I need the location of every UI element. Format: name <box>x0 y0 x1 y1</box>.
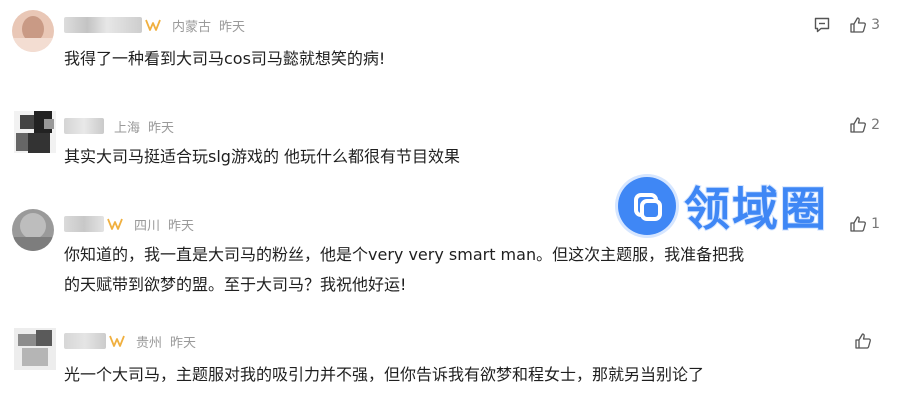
comment-location: 上海 <box>114 120 141 136</box>
comment-item: 四川 昨天 1 你知道的，我一直是大司马的粉丝，他是个very very smar… <box>0 195 898 310</box>
avatar[interactable] <box>14 111 56 153</box>
comment-text: 其实大司马挺适合玩slg游戏的 他玩什么都很有节目效果 <box>64 147 461 166</box>
comment-actions: 3 <box>813 16 880 34</box>
thumbs-up-icon <box>850 216 867 232</box>
user-info: 内蒙古 昨天 <box>64 14 245 36</box>
comment-location: 贵州 <box>136 335 163 351</box>
vip-badge-icon <box>145 19 161 31</box>
thumbs-up-icon <box>855 333 871 349</box>
comment-time: 昨天 <box>219 19 246 35</box>
thumbs-up-icon <box>850 17 867 33</box>
user-info: 贵州 昨天 <box>64 330 196 352</box>
comment-location: 四川 <box>134 218 161 234</box>
comment-actions <box>854 332 884 350</box>
user-info: 上海 昨天 <box>64 115 174 137</box>
comment-item: 上海 昨天 2 其实大司马挺适合玩slg游戏的 他玩什么都很有节目效果 <box>0 95 898 195</box>
like-count: 2 <box>871 117 880 133</box>
thumbs-up-icon <box>850 117 867 133</box>
comment-text-line-2: 的天赋带到欲梦的盟。至于大司马？我祝他好运! <box>64 275 407 294</box>
like-button[interactable]: 2 <box>849 116 880 134</box>
comment-text: 我得了一种看到大司马cos司马懿就想笑的病! <box>64 49 386 68</box>
comment-actions: 2 <box>849 116 880 134</box>
username-blurred[interactable] <box>64 118 104 134</box>
avatar[interactable] <box>14 328 56 370</box>
username-blurred[interactable] <box>64 216 104 232</box>
vip-badge-icon <box>109 335 125 347</box>
comment-text-line-1: 你知道的，我一直是大司马的粉丝，他是个very very smart man。但… <box>64 245 745 264</box>
comment-time: 昨天 <box>168 218 195 234</box>
comment-item: 内蒙古 昨天 3 我得了一种看到大司马cos司马懿就想笑的病! <box>0 0 898 95</box>
comment-location: 内蒙古 <box>172 19 212 35</box>
comment-text: 光一个大司马，主题服对我的吸引力并不强，但你告诉我有欲梦和程女士，那就另当别论了 <box>64 365 705 384</box>
comment-actions: 1 <box>849 215 880 233</box>
like-button[interactable]: 3 <box>849 16 880 34</box>
reply-icon[interactable] <box>813 16 831 34</box>
user-info: 四川 昨天 <box>64 213 194 235</box>
like-button[interactable] <box>854 332 884 350</box>
username-blurred[interactable] <box>64 333 106 349</box>
comment-time: 昨天 <box>170 335 197 351</box>
comment-time: 昨天 <box>148 120 175 136</box>
vip-badge-icon <box>107 218 123 230</box>
like-button[interactable]: 1 <box>849 215 880 233</box>
comment-item: 贵州 昨天 光一个大司马，主题服对我的吸引力并不强，但你告诉我有欲梦和程女士，那就… <box>0 310 898 417</box>
like-count: 1 <box>871 216 880 232</box>
avatar[interactable] <box>12 209 54 251</box>
avatar[interactable] <box>12 10 54 52</box>
username-blurred[interactable] <box>64 17 142 33</box>
like-count: 3 <box>871 17 880 33</box>
